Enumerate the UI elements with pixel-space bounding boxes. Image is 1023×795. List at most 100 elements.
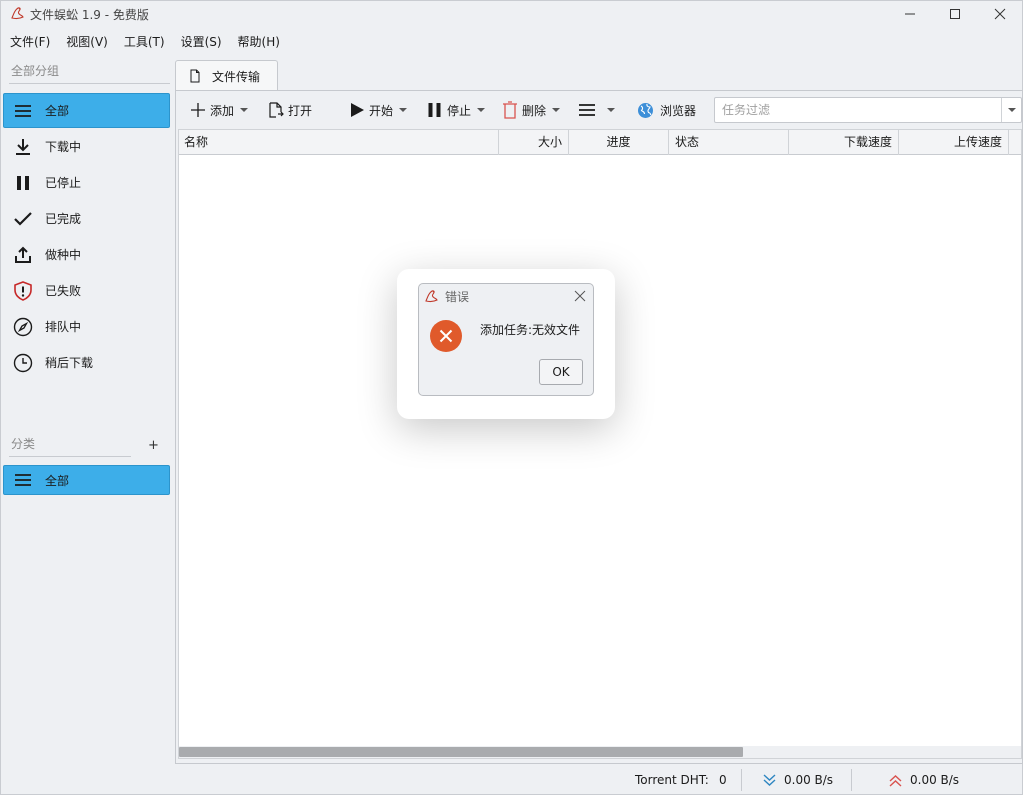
app-logo-icon	[425, 290, 438, 303]
menu-tools[interactable]: 工具(T)	[115, 31, 172, 53]
status-divider	[741, 769, 742, 791]
menu-help[interactable]: 帮助(H)	[229, 31, 287, 53]
column-progress[interactable]: 进度	[569, 130, 669, 155]
browser-button[interactable]: 浏览器	[637, 97, 696, 123]
open-file-icon	[269, 102, 284, 118]
delete-label: 删除	[522, 103, 547, 118]
toolbar: 添加 打开 开始 停止 删除 浏览器 任务过滤	[176, 91, 1022, 129]
groups-title: 全部分组	[11, 64, 60, 78]
add-category-button[interactable]: +	[148, 438, 159, 453]
delete-button[interactable]: 删除	[502, 97, 561, 123]
tab-file-transfer[interactable]: 文件传输	[175, 60, 278, 91]
sidebar-item-queued[interactable]: 排队中	[3, 309, 170, 344]
column-name[interactable]: 名称	[179, 130, 499, 155]
groups-divider	[9, 83, 170, 84]
menu-file[interactable]: 文件(F)	[1, 31, 57, 53]
category-title: 分类	[11, 437, 36, 451]
scrollbar-thumb[interactable]	[179, 747, 743, 757]
maximize-icon	[950, 9, 960, 19]
browser-label: 浏览器	[660, 103, 697, 118]
menu-view[interactable]: 视图(V)	[57, 31, 115, 53]
category-item-label: 全部	[45, 473, 70, 488]
minimize-icon	[905, 13, 915, 15]
close-icon	[994, 8, 1006, 20]
shield-alert-icon	[12, 280, 34, 302]
add-label: 添加	[210, 103, 235, 118]
chevron-down-icon[interactable]	[552, 108, 561, 112]
chevron-down-icon[interactable]	[240, 108, 249, 112]
sidebar-item-label: 已停止	[45, 176, 82, 190]
upload-icon	[12, 244, 34, 266]
maximize-button[interactable]	[932, 1, 978, 27]
window-title: 文件蜈蚣 1.9 - 免费版	[30, 8, 149, 22]
column-size[interactable]: 大小	[499, 130, 569, 155]
play-icon	[351, 103, 364, 117]
download-icon	[12, 136, 34, 158]
task-filter-input[interactable]	[715, 98, 1001, 122]
error-icon	[430, 320, 462, 352]
close-icon[interactable]	[572, 288, 588, 304]
sidebar-item-label: 已完成	[45, 212, 82, 226]
column-status[interactable]: 状态	[669, 130, 789, 155]
sidebar-item-label: 做种中	[45, 248, 82, 262]
sidebar-item-completed[interactable]: 已完成	[3, 201, 170, 236]
menu-settings[interactable]: 设置(S)	[172, 31, 229, 53]
filter-dropdown-button[interactable]	[1001, 98, 1021, 122]
dialog-message: 添加任务:无效文件	[480, 323, 581, 337]
sidebar-item-seeding[interactable]: 做种中	[3, 237, 170, 272]
dht-label: Torrent DHT:	[635, 773, 709, 787]
menu-icon	[579, 104, 595, 116]
close-button[interactable]	[977, 1, 1023, 27]
pause-icon	[12, 172, 34, 194]
category-divider	[9, 456, 131, 457]
transfer-panel: 添加 打开 开始 停止 删除 浏览器 任务过滤 名称 大小 进度 状态 下载速度…	[175, 90, 1023, 764]
task-filter-combobox[interactable]	[714, 97, 1022, 123]
trash-icon	[503, 101, 517, 119]
ok-button[interactable]: OK	[539, 359, 583, 385]
download-speed-icon	[763, 774, 776, 786]
list-icon	[12, 100, 34, 122]
error-dialog[interactable]: 错误 添加任务:无效文件 OK	[418, 283, 594, 396]
check-icon	[12, 208, 34, 230]
menu-bar: 文件(F) 视图(V) 工具(T) 设置(S) 帮助(H)	[1, 31, 287, 53]
more-menu-button[interactable]	[578, 97, 615, 123]
sidebar-item-later[interactable]: 稍后下载	[3, 345, 170, 380]
horizontal-scrollbar[interactable]	[179, 746, 1021, 758]
stop-button[interactable]: 停止	[427, 97, 486, 123]
start-button[interactable]: 开始	[349, 97, 408, 123]
chevron-down-icon[interactable]	[399, 108, 408, 112]
file-icon	[190, 69, 200, 83]
sidebar-item-stopped[interactable]: 已停止	[3, 165, 170, 200]
title-bar[interactable]: 文件蜈蚣 1.9 - 免费版	[1, 1, 1022, 27]
column-upload-speed[interactable]: 上传速度	[899, 130, 1009, 155]
sidebar-item-label: 排队中	[45, 320, 82, 334]
dialog-title: 错误	[445, 290, 470, 304]
column-download-speed[interactable]: 下载速度	[789, 130, 899, 155]
dht-value: 0	[719, 773, 727, 787]
category-item-all[interactable]: 全部	[3, 465, 170, 495]
table-header: 名称 大小 进度 状态 下载速度 上传速度	[179, 130, 1021, 155]
upload-speed: 0.00 B/s	[910, 773, 960, 787]
compass-icon	[12, 316, 34, 338]
add-button[interactable]: 添加	[190, 97, 249, 123]
pause-icon	[428, 103, 441, 117]
chevron-down-icon[interactable]	[477, 108, 486, 112]
download-speed: 0.00 B/s	[784, 773, 834, 787]
sidebar-item-failed[interactable]: 已失败	[3, 273, 170, 308]
sidebar-item-all[interactable]: 全部	[3, 93, 170, 128]
open-button[interactable]: 打开	[268, 97, 312, 123]
sidebar: 全部分组 全部 下载中 已停止 已完成 做种中 已失败 排队中 稍后下载 分类 …	[1, 57, 173, 767]
tab-label: 文件传输	[212, 69, 261, 84]
chevron-down-icon	[1007, 108, 1016, 112]
minimize-button[interactable]	[887, 1, 933, 27]
app-window: 文件蜈蚣 1.9 - 免费版 文件(F) 视图(V) 工具(T) 设置(S) 帮…	[0, 0, 1023, 795]
sidebar-item-label: 已失败	[45, 284, 82, 298]
status-bar: Torrent DHT: 0 0.00 B/s 0.00 B/s	[1, 766, 1022, 794]
sidebar-item-downloading[interactable]: 下载中	[3, 129, 170, 164]
globe-icon	[638, 102, 653, 118]
stop-label: 停止	[447, 103, 472, 118]
clock-icon	[12, 352, 34, 374]
chevron-down-icon[interactable]	[607, 108, 615, 112]
open-label: 打开	[288, 103, 313, 118]
transfer-table[interactable]: 名称 大小 进度 状态 下载速度 上传速度	[178, 129, 1022, 759]
